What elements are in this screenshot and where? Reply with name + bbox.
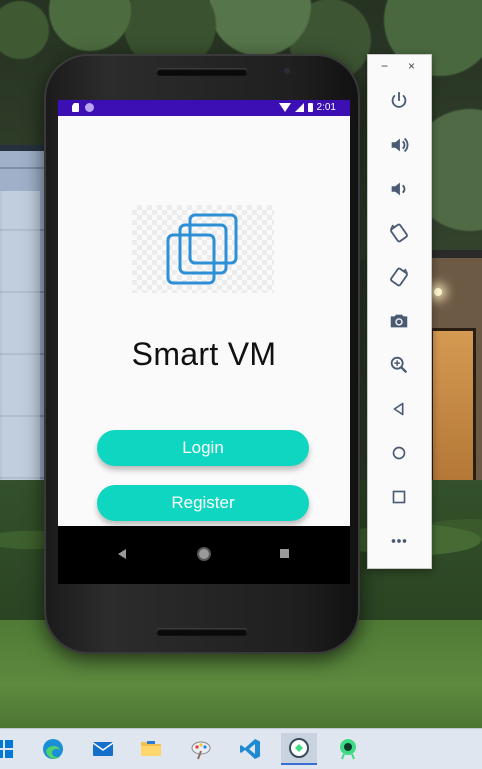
status-time: 2:01	[316, 102, 336, 113]
more-dots-icon	[391, 539, 407, 543]
folder-icon	[141, 741, 161, 756]
rotate-right-button[interactable]	[381, 259, 417, 295]
volume-up-icon	[391, 137, 409, 153]
taskbar-start-button[interactable]	[0, 733, 22, 765]
wifi-icon	[278, 103, 291, 112]
volume-down-button[interactable]	[381, 171, 417, 207]
back-button[interactable]	[381, 391, 417, 427]
back-triangle-icon	[393, 402, 404, 416]
phone-camera	[284, 68, 290, 74]
phone-speaker-top	[156, 68, 248, 76]
battery-icon	[307, 103, 313, 112]
nav-recents-icon[interactable]	[280, 549, 289, 558]
sd-card-icon	[72, 103, 79, 112]
notification-dot-icon	[85, 103, 94, 112]
rotate-left-icon	[390, 223, 408, 243]
taskbar-vscode[interactable]	[232, 733, 268, 765]
vm-logo-icon	[166, 213, 238, 285]
rotate-left-button[interactable]	[381, 215, 417, 251]
volume-down-icon	[391, 182, 406, 196]
app-content: Smart VM Login Register	[58, 116, 350, 542]
home-circle-icon	[392, 446, 406, 460]
toolbar-close-button[interactable]: ×	[408, 59, 415, 73]
power-button[interactable]	[381, 83, 417, 119]
signal-icon	[294, 103, 304, 112]
toolbar-minimize-button[interactable]: −	[381, 59, 388, 73]
mail-icon	[92, 742, 114, 756]
taskbar-android-studio[interactable]	[330, 733, 366, 765]
taskbar-edge[interactable]	[35, 733, 71, 765]
windows-taskbar	[0, 728, 482, 769]
windows-start-icon	[0, 740, 13, 758]
android-studio-icon	[340, 739, 356, 760]
emulator-toolbar: − ×	[367, 54, 432, 569]
more-button[interactable]	[381, 523, 417, 559]
rotate-right-icon	[390, 267, 408, 287]
app-title: Smart VM	[131, 336, 277, 372]
power-icon	[391, 91, 407, 108]
taskbar-emulator[interactable]	[281, 733, 317, 765]
phone-screen[interactable]: 2:01 Smart VM Login Register	[58, 100, 350, 584]
login-button[interactable]: Login	[97, 430, 309, 466]
camera-icon	[390, 314, 408, 328]
overview-button[interactable]	[381, 479, 417, 515]
nav-back-icon[interactable]	[118, 549, 126, 559]
zoom-button[interactable]	[381, 347, 417, 383]
edge-browser-icon	[43, 739, 63, 759]
android-nav-bar	[58, 526, 350, 584]
taskbar-file-explorer[interactable]	[133, 733, 169, 765]
taskbar-paint[interactable]	[183, 733, 219, 765]
zoom-in-icon	[390, 356, 408, 374]
volume-up-button[interactable]	[381, 127, 417, 163]
emulator-phone-frame: 2:01 Smart VM Login Register	[44, 54, 360, 654]
android-status-bar: 2:01	[58, 100, 350, 116]
nav-home-icon[interactable]	[197, 547, 211, 561]
register-button[interactable]: Register	[97, 485, 309, 521]
phone-speaker-bottom	[156, 628, 248, 636]
paint-palette-icon	[191, 741, 211, 760]
home-button[interactable]	[381, 435, 417, 471]
screenshot-button[interactable]	[381, 303, 417, 339]
overview-square-icon	[392, 490, 406, 504]
taskbar-mail[interactable]	[85, 733, 121, 765]
vscode-icon	[240, 739, 260, 759]
app-logo	[132, 205, 274, 293]
android-emulator-icon	[289, 738, 309, 758]
